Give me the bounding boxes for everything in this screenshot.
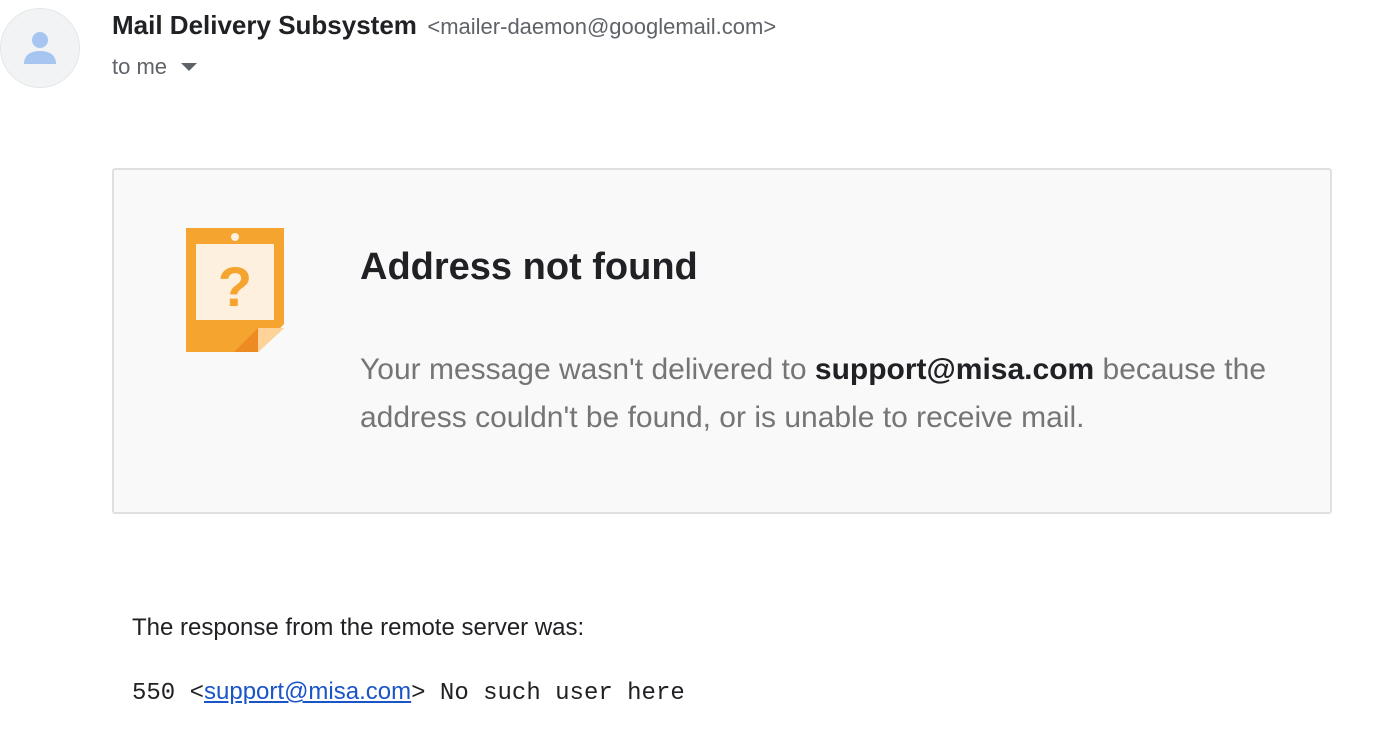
recipient-label: to me — [112, 54, 168, 79]
response-code-message: > No such user here — [411, 680, 685, 707]
response-code-prefix: 550 < — [132, 680, 205, 707]
sender-name[interactable]: Mail Delivery Subsystem — [112, 10, 417, 40]
sender-line: Mail Delivery Subsystem <mailer-daemon@g… — [112, 10, 776, 41]
sender-email: <mailer-daemon@googlemail.com> — [427, 14, 777, 39]
card-title: Address not found — [360, 246, 698, 288]
card-message: Your message wasn't delivered to support… — [360, 346, 1300, 442]
undelivered-address: support@misa.com — [814, 353, 1095, 386]
svg-text:?: ? — [218, 255, 252, 318]
recipient-details-toggle[interactable]: to me — [112, 54, 198, 80]
bounce-notice-card: ? Address not found Your message wasn't … — [112, 168, 1332, 514]
email-view: Mail Delivery Subsystem <mailer-daemon@g… — [0, 0, 1374, 746]
question-note-icon: ? — [186, 228, 284, 352]
response-address-link[interactable]: support@misa.com — [204, 678, 411, 705]
server-response-label: The response from the remote server was: — [132, 614, 585, 641]
avatar[interactable] — [0, 8, 80, 88]
person-icon — [24, 32, 56, 64]
card-message-prefix: Your message wasn't delivered to — [360, 353, 815, 386]
server-response-code: 550 <support@misa.com> No such user here — [132, 678, 685, 707]
chevron-down-icon[interactable] — [181, 63, 198, 71]
